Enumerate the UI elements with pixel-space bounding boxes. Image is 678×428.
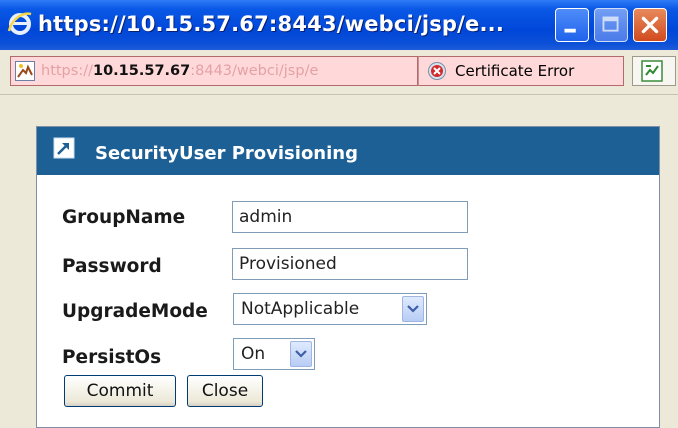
upgrade-mode-label: UpgradeMode [62,301,208,322]
upgrade-mode-select[interactable]: NotApplicable [233,293,427,325]
compatibility-view-icon [641,60,663,82]
page-content: SecurityUser Provisioning GroupName Pass… [0,95,678,428]
close-icon [641,16,659,34]
url-text[interactable]: https://10.15.57.67:8443/webci/jsp/e [41,57,415,85]
maximize-icon [602,16,619,32]
popout-window-icon [53,137,75,159]
minimize-button[interactable] [555,8,589,42]
upgrade-mode-dropdown-button[interactable] [402,296,424,322]
persist-os-value: On [241,344,266,364]
url-host: 10.15.57.67 [92,63,191,79]
persist-os-label: PersistOs [62,347,162,368]
close-button[interactable]: Close [187,375,263,407]
chevron-down-icon [295,350,307,358]
persist-os-dropdown-button[interactable] [290,341,312,367]
group-name-input[interactable] [232,201,468,233]
url-scheme: https:// [41,63,93,79]
persist-os-select[interactable]: On [233,338,315,370]
ie-logo-icon [7,12,32,35]
dialog-header: SecurityUser Provisioning [37,127,659,175]
close-window-button[interactable] [633,8,667,42]
certificate-error-label: Certificate Error [455,62,575,80]
shield-error-icon [428,62,446,80]
dialog-title: SecurityUser Provisioning [95,143,358,164]
minimize-icon [564,28,576,33]
address-toolbar: https://10.15.57.67:8443/webci/jsp/e Cer… [0,50,678,95]
upgrade-mode-value: NotApplicable [241,299,360,319]
compatibility-view-button[interactable] [632,56,676,86]
page-favicon-icon [15,61,35,81]
commit-button[interactable]: Commit [64,375,176,407]
window-title-bar[interactable]: https://10.15.57.67:8443/webci/jsp/e... [0,0,678,50]
provisioning-dialog: SecurityUser Provisioning GroupName Pass… [36,126,660,428]
password-label: Password [62,256,162,277]
group-name-label: GroupName [62,207,186,228]
address-field[interactable]: https://10.15.57.67:8443/webci/jsp/e [10,56,418,86]
url-path: :8443/webci/jsp/e [190,63,319,79]
window-title: https://10.15.57.67:8443/webci/jsp/e... [38,12,505,36]
password-input[interactable] [232,248,468,280]
chevron-down-icon [407,305,419,313]
certificate-error-button[interactable]: Certificate Error [418,56,624,86]
maximize-button[interactable] [594,8,628,42]
